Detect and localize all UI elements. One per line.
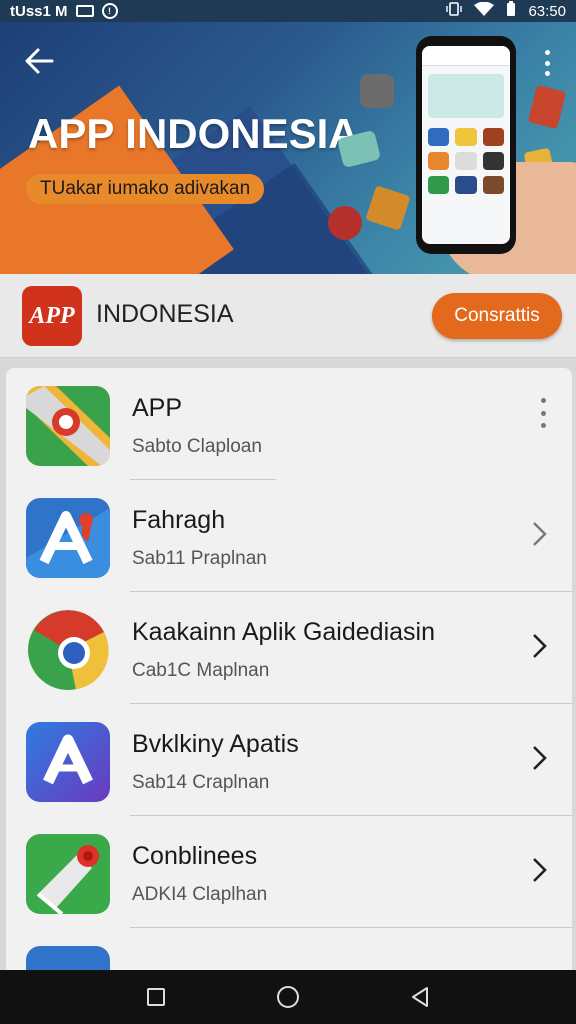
chevron-right-icon[interactable] [528,632,550,660]
item-subtitle: Sab14 Craplnan [132,772,270,793]
map-pin-app-icon [26,834,110,914]
notification-icon: ! [101,3,118,19]
floating-mascot-icon [328,206,362,240]
chrome-style-app-icon [26,610,110,690]
home-icon[interactable] [275,984,301,1010]
navigation-bar [0,970,576,1024]
more-vertical-icon[interactable] [536,48,558,78]
back-icon[interactable] [407,984,433,1010]
more-vertical-icon[interactable] [538,398,548,428]
item-title: Fahragh [132,506,226,534]
chevron-right-icon[interactable] [528,520,550,548]
app-list: APP Sabto Claploan Fahragh Sab11 Praplna… [6,368,572,988]
letter-a-app-icon [26,498,110,578]
item-subtitle: Sabto Claploan [132,436,262,457]
item-title: Kaakainn Aplik Gaidediasin [132,618,435,646]
arrow-left-icon [25,48,54,74]
banner-tagline: TUakar iumako adivakan [26,174,265,204]
recents-icon[interactable] [143,984,169,1010]
list-item[interactable]: Bvklkiny Apatis Sab14 Craplnan [6,704,572,816]
item-subtitle: ADKI4 Claplhan [132,884,268,905]
floating-camera-icon [360,74,394,108]
phone-illustration [416,36,516,254]
list-item[interactable]: Fahragh Sab11 Praplnan [6,480,572,592]
letter-a-app-icon [26,722,110,802]
list-item[interactable]: Conblinees ADKI4 Claplhan [6,816,572,928]
app-header: APP INDONESIA Consrattis [0,274,576,358]
status-time: 63:50 [528,2,566,20]
list-item[interactable]: APP Sabto Claploan [6,368,572,480]
chevron-right-icon[interactable] [528,856,550,884]
floating-card-icon [527,84,567,130]
list-item[interactable]: Kaakainn Aplik Gaidediasin Cab1C Maplnan [6,592,572,704]
battery-icon [506,1,516,21]
app-list-container: APP Sabto Claploan Fahragh Sab11 Praplna… [0,358,576,988]
app-name: INDONESIA [96,300,234,328]
wifi-icon [474,1,495,21]
message-icon [75,5,94,17]
consrattis-button[interactable]: Consrattis [432,293,562,339]
vibrate-icon [446,2,463,20]
chevron-right-icon[interactable] [528,744,550,772]
item-title: APP [132,394,183,422]
maps-app-icon [26,386,110,466]
item-title: Conblinees [132,842,258,870]
app-logo: APP [22,286,82,346]
item-subtitle: Sab11 Praplnan [132,548,267,569]
item-subtitle: Cab1C Maplnan [132,660,270,681]
hero-banner: APP INDONESIA TUakar iumako adivakan [0,22,576,274]
banner-title: APP INDONESIA [28,110,359,157]
floating-box-icon [365,185,411,231]
item-title: Bvklkiny Apatis [132,730,299,758]
status-bar: tUss1 M ! 63:50 [0,0,576,22]
back-button[interactable] [22,46,58,78]
status-left-text: tUss1 M [10,2,68,20]
